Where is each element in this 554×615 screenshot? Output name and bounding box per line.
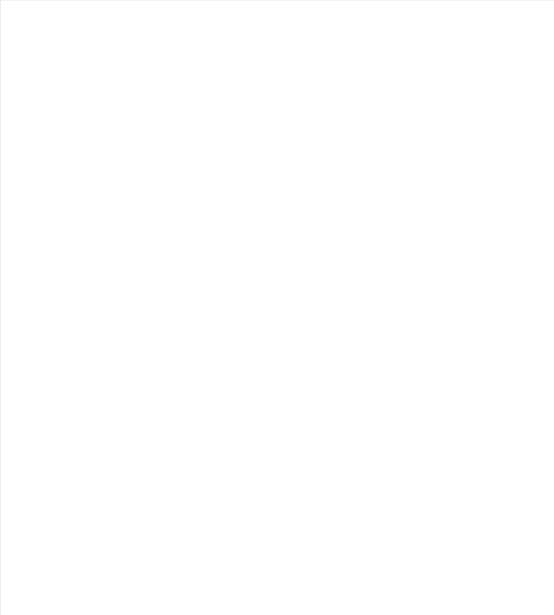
empty-content-area	[2, 2, 554, 615]
blank-window	[0, 0, 554, 615]
